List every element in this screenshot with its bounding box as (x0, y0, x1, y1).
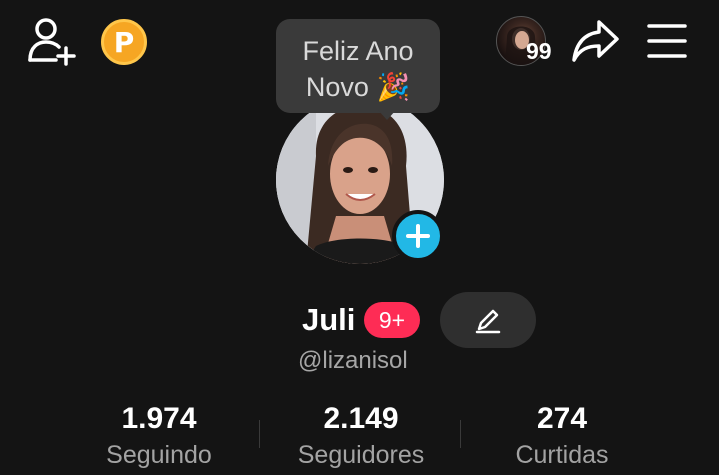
plus-icon (406, 224, 430, 248)
share-button[interactable] (570, 16, 622, 66)
tooltip-tail (378, 110, 396, 120)
notification-badge[interactable]: 9+ (364, 302, 420, 338)
person-plus-icon (28, 18, 76, 66)
stat-followers[interactable]: 2.149 Seguidores (261, 400, 461, 472)
stat-likes[interactable]: 274 Curtidas (462, 400, 662, 472)
edit-profile-button[interactable] (440, 292, 536, 348)
profile-viewers-button[interactable]: 99 (496, 16, 562, 66)
following-label: Seguindo (106, 441, 212, 469)
stats-divider (259, 420, 260, 448)
hamburger-menu-icon (647, 24, 687, 58)
profile-handle: @lizanisol (298, 347, 408, 374)
likes-count: 274 (536, 402, 588, 435)
menu-button[interactable] (644, 18, 690, 64)
stat-following[interactable]: 1.974 Seguindo (59, 400, 259, 472)
viewers-count: 99 (526, 38, 552, 64)
followers-label: Seguidores (297, 441, 425, 469)
new-year-tooltip: Feliz Ano Novo 🎉 (276, 19, 440, 113)
add-friend-button[interactable] (26, 16, 78, 66)
coin-button[interactable]: P (100, 18, 148, 66)
following-count: 1.974 (121, 402, 197, 435)
likes-label: Curtidas (515, 441, 609, 469)
stats-divider (460, 420, 461, 448)
followers-count: 2.149 (323, 402, 399, 435)
add-story-button[interactable] (392, 210, 444, 262)
profile-name: Juli (302, 302, 356, 337)
pencil-icon (475, 309, 501, 334)
tooltip-line-2: Novo 🎉 (305, 72, 411, 102)
tooltip-line-1: Feliz Ano (302, 36, 414, 66)
coin-icon: P (101, 19, 147, 65)
share-arrow-icon (572, 20, 619, 62)
